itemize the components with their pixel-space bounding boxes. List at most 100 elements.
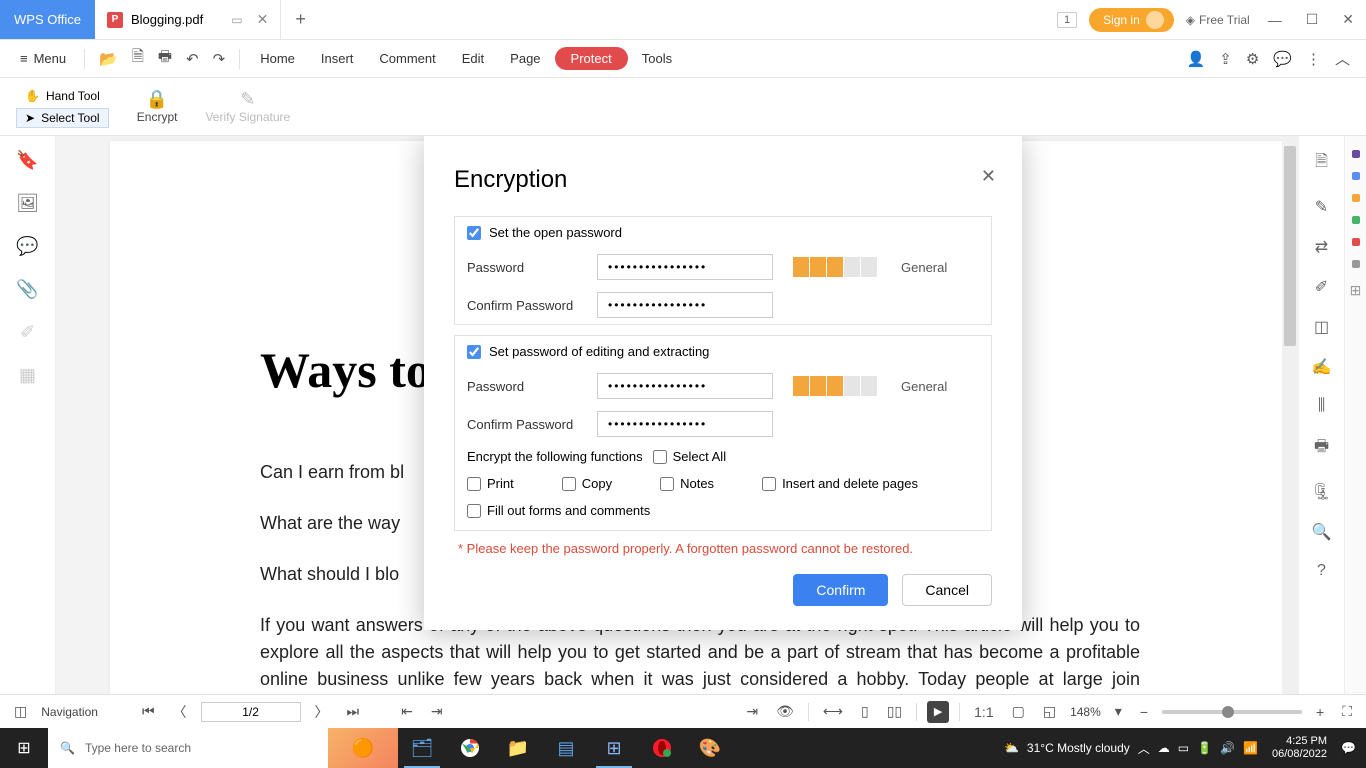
user-icon[interactable]: 👤 xyxy=(1181,46,1212,72)
document-tab[interactable]: P Blogging.pdf ▭ ✕ xyxy=(95,0,281,39)
fullscreen-icon[interactable]: ⛶ xyxy=(1338,703,1356,720)
tab-close-icon[interactable]: ✕ xyxy=(257,11,269,28)
app-dot[interactable] xyxy=(1352,260,1360,268)
forward-icon[interactable]: ⇥ xyxy=(427,703,447,720)
form-icon[interactable]: ▦ xyxy=(19,365,36,386)
menu-button[interactable]: ≡ Menu xyxy=(10,47,76,70)
compress-icon[interactable]: 🗜 xyxy=(1311,482,1331,502)
attachment-icon[interactable]: 📎 xyxy=(16,279,38,300)
open-confirm-input[interactable] xyxy=(597,292,773,318)
tray-onedrive-icon[interactable]: ☁ xyxy=(1158,741,1170,755)
crop-icon[interactable]: ◫ xyxy=(1314,317,1329,337)
print2-icon[interactable]: 🖶 xyxy=(1314,435,1329,462)
tab-pin-icon[interactable]: ▭ xyxy=(231,13,242,27)
edit-icon[interactable]: ✎ xyxy=(1315,197,1328,217)
app-dot[interactable] xyxy=(1352,216,1360,224)
highlight-icon[interactable]: ✐ xyxy=(20,322,35,343)
menu-home[interactable]: Home xyxy=(248,47,307,70)
notifications-icon[interactable]: 💬 xyxy=(1341,741,1356,755)
app-dot[interactable] xyxy=(1352,172,1360,180)
signin-button[interactable]: Sign in xyxy=(1089,8,1174,32)
menu-insert[interactable]: Insert xyxy=(309,47,366,70)
taskbar-search[interactable]: 🔍 Type here to search xyxy=(48,728,328,768)
maximize-button[interactable]: ☐ xyxy=(1300,11,1325,28)
fit-width-icon[interactable]: ⟷ xyxy=(819,703,847,720)
close-button[interactable]: ✕ xyxy=(1336,11,1360,28)
edit-confirm-input[interactable] xyxy=(597,411,773,437)
comment-panel-icon[interactable]: 💬 xyxy=(16,236,38,257)
split-icon[interactable]: ⫼ xyxy=(1318,397,1325,415)
tb-chrome-icon[interactable] xyxy=(446,728,494,768)
confirm-button[interactable]: Confirm xyxy=(793,574,888,606)
tray-meet-icon[interactable]: ▭ xyxy=(1178,741,1189,755)
hand-tool-button[interactable]: ✋ Hand Tool xyxy=(16,86,109,106)
actual-size-icon[interactable]: 1:1 xyxy=(970,704,997,720)
more-icon[interactable]: ⋮ xyxy=(1300,46,1327,72)
minimize-button[interactable]: — xyxy=(1262,12,1288,28)
free-trial-button[interactable]: ◈ Free Trial xyxy=(1186,13,1250,27)
eye-icon[interactable]: 👁 xyxy=(772,703,798,720)
next-page-icon[interactable]: 〉 xyxy=(311,702,333,722)
tray-chevron-icon[interactable]: ︿ xyxy=(1138,740,1150,757)
convert-icon[interactable]: ⇄ xyxy=(1315,237,1328,257)
opt-notes[interactable]: Notes xyxy=(660,476,714,491)
tb-cortana-icon[interactable]: 🟠 xyxy=(328,728,398,768)
open-password-input[interactable] xyxy=(597,254,773,280)
print-icon[interactable]: 🖶 xyxy=(152,42,178,75)
encrypt-button[interactable]: 🔒 Encrypt xyxy=(137,90,178,124)
tb-explorer-icon[interactable]: 🗂 xyxy=(398,728,446,768)
settings-icon[interactable]: ⚙ xyxy=(1240,46,1265,72)
reflow-icon[interactable]: ⇥ xyxy=(742,703,762,720)
tb-mail-icon[interactable]: ▤ xyxy=(542,728,590,768)
last-page-icon[interactable]: ⏭ xyxy=(343,703,364,720)
opt-fill[interactable]: Fill out forms and comments xyxy=(467,503,650,518)
new-tab-button[interactable]: + xyxy=(281,0,320,39)
help-icon[interactable]: ? xyxy=(1317,562,1326,580)
navigation-label[interactable]: Navigation xyxy=(41,705,98,719)
app-dot[interactable] xyxy=(1352,150,1360,158)
dialog-close-icon[interactable]: ✕ xyxy=(981,166,996,187)
fit-visible-icon[interactable]: ◱ xyxy=(1039,703,1060,720)
menu-edit[interactable]: Edit xyxy=(450,47,496,70)
menu-comment[interactable]: Comment xyxy=(367,47,447,70)
zoom-slider[interactable] xyxy=(1162,710,1302,714)
export-icon[interactable]: 🗎 xyxy=(1315,150,1328,177)
set-edit-password-checkbox[interactable] xyxy=(467,345,481,359)
first-page-icon[interactable]: ⏮ xyxy=(138,703,159,720)
tray-wifi-icon[interactable]: 📶 xyxy=(1243,741,1258,755)
undo-icon[interactable]: ↶ xyxy=(180,46,205,72)
play-button[interactable]: ▶ xyxy=(927,701,949,723)
sign-icon[interactable]: ✍ xyxy=(1312,357,1332,377)
prev-page-icon[interactable]: 〈 xyxy=(169,702,191,722)
single-page-icon[interactable]: ▯ xyxy=(857,703,873,720)
save-icon[interactable]: 🗎 xyxy=(126,42,150,75)
menu-protect[interactable]: Protect xyxy=(555,47,628,70)
opt-insert[interactable]: Insert and delete pages xyxy=(762,476,918,491)
select-tool-button[interactable]: ➤ Select Tool xyxy=(16,108,109,128)
tray-battery-icon[interactable]: 🔋 xyxy=(1197,741,1212,755)
menu-page[interactable]: Page xyxy=(498,47,552,70)
tray-volume-icon[interactable]: 🔊 xyxy=(1220,741,1235,755)
set-open-password-checkbox[interactable] xyxy=(467,226,481,240)
scrollbar[interactable] xyxy=(1282,136,1298,694)
edit-password-input[interactable] xyxy=(597,373,773,399)
feedback-icon[interactable]: 💬 xyxy=(1267,46,1298,72)
fit-page-icon[interactable]: ▢ xyxy=(1008,703,1029,720)
start-button[interactable]: ⊞ xyxy=(0,738,48,758)
zoom-level[interactable]: 148% xyxy=(1070,705,1101,719)
redo-icon[interactable]: ↷ xyxy=(207,46,232,72)
back-icon[interactable]: ⇤ xyxy=(397,703,417,720)
tb-paint-icon[interactable]: 🎨 xyxy=(686,728,734,768)
opt-print[interactable]: Print xyxy=(467,476,514,491)
clock[interactable]: 4:25 PM 06/08/2022 xyxy=(1266,735,1333,761)
open-icon[interactable]: 📂 xyxy=(93,46,124,72)
weather-text[interactable]: 31°C Mostly cloudy xyxy=(1027,741,1130,755)
collapse-ribbon-icon[interactable]: ︿ xyxy=(1329,44,1356,73)
opt-copy[interactable]: Copy xyxy=(562,476,612,491)
apps-grid-icon[interactable]: ⊞ xyxy=(1350,282,1362,299)
nav-panel-icon[interactable]: ◫ xyxy=(10,703,31,720)
page-input[interactable] xyxy=(201,702,301,722)
thumbnail-icon[interactable]: 🖼 xyxy=(16,193,39,214)
select-all-checkbox[interactable]: Select All xyxy=(653,449,726,464)
tb-taskview-icon[interactable]: ⊞ xyxy=(590,728,638,768)
